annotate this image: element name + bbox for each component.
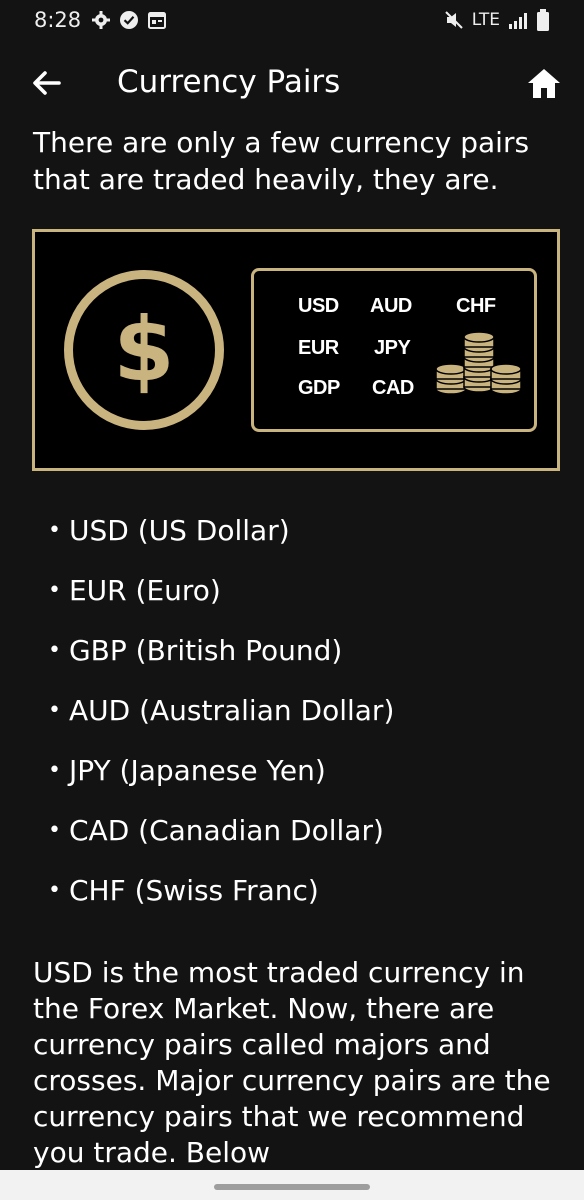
body-paragraph: USD is the most traded currency in the F… (33, 956, 551, 1169)
dollar-sign: $ (113, 298, 175, 401)
list-item-text: CHF (Swiss Franc) (68, 873, 319, 907)
arrow-left-icon[interactable] (30, 66, 64, 100)
code-label: CHF (456, 295, 496, 317)
list-item: • AUD (Australian Dollar) (48, 680, 394, 740)
bullet: • (48, 577, 61, 603)
code-label: EUR (298, 337, 339, 359)
list-item: • EUR (Euro) (48, 560, 394, 620)
list-item-text: USD (US Dollar) (68, 513, 290, 547)
code-label: CAD (372, 377, 414, 399)
list-item-text: EUR (Euro) (68, 573, 221, 607)
dollar-coin-icon: $ (64, 270, 224, 430)
list-item: • JPY (Japanese Yen) (48, 740, 394, 800)
app-bar: Currency Pairs (0, 40, 584, 130)
list-item: • USD (US Dollar) (48, 500, 394, 560)
home-button[interactable] (526, 66, 562, 102)
status-icons-right: LTE (444, 9, 550, 31)
currency-banner-image: $ USD AUD CHF EUR JPY GDP CAD (32, 229, 560, 471)
code-label: JPY (374, 337, 411, 359)
list-item: • CAD (Canadian Dollar) (48, 800, 394, 860)
calendar-icon (148, 12, 167, 29)
back-button[interactable] (30, 66, 64, 100)
status-bar: 8:28 LTE (0, 0, 584, 40)
coin-stack-icon (435, 331, 522, 395)
system-nav-bar (0, 1170, 584, 1200)
mute-icon (445, 11, 463, 29)
signal-icon (509, 13, 527, 29)
bullet: • (48, 817, 61, 843)
home-icon[interactable] (526, 66, 562, 102)
list-item-text: AUD (Australian Dollar) (68, 693, 395, 727)
status-time: 8:28 (34, 8, 82, 32)
check-circle-icon (120, 11, 139, 29)
list-item: • CHF (Swiss Franc) (48, 860, 394, 920)
intro-text: There are only a few currency pairs that… (33, 126, 530, 196)
code-label: AUD (370, 295, 412, 317)
status-icons-left (91, 10, 167, 30)
currency-list: • USD (US Dollar) • EUR (Euro) • GBP (Briti… (48, 500, 394, 920)
gear-icon (92, 11, 111, 29)
list-item-text: GBP (British Pound) (68, 633, 343, 667)
battery-icon (537, 9, 549, 31)
bullet: • (48, 757, 61, 783)
bullet: • (48, 697, 61, 723)
list-item-text: JPY (Japanese Yen) (68, 753, 326, 787)
list-item-text: CAD (Canadian Dollar) (68, 813, 384, 847)
gesture-handle[interactable] (214, 1184, 370, 1190)
bullet: • (48, 637, 61, 663)
list-item: • GBP (British Pound) (48, 620, 394, 680)
bullet: • (48, 877, 61, 903)
bullet: • (48, 517, 61, 543)
page-title: Currency Pairs (117, 64, 341, 100)
code-label: USD (298, 295, 339, 317)
code-label: GDP (298, 377, 340, 399)
network-label: LTE (471, 10, 500, 30)
currency-codes-box: USD AUD CHF EUR JPY GDP CAD (251, 268, 537, 432)
